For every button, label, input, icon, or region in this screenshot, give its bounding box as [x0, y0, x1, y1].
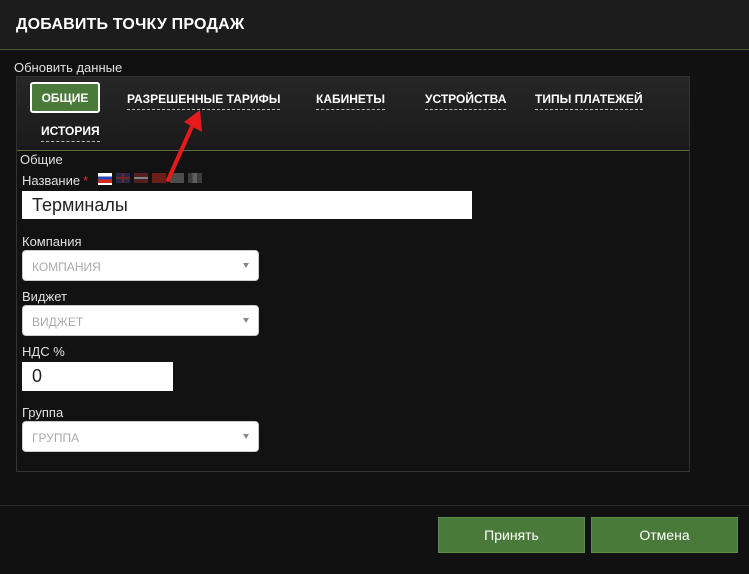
tab-general[interactable]: ОБЩИЕ — [30, 82, 100, 113]
tab-history[interactable]: ИСТОРИЯ — [41, 124, 100, 142]
group-select-value: ГРУППА — [32, 431, 80, 445]
section-title: Общие — [20, 152, 63, 167]
flag-gb-icon[interactable] — [116, 173, 130, 183]
name-input[interactable] — [22, 191, 472, 219]
vat-input[interactable] — [22, 362, 173, 391]
required-mark: * — [83, 173, 89, 188]
name-label: Название * — [22, 173, 88, 188]
name-label-text: Название — [22, 173, 81, 188]
company-select-value: КОМПАНИЯ — [32, 260, 101, 274]
tab-divider — [17, 150, 689, 151]
tab-payment-types[interactable]: ТИПЫ ПЛАТЕЖЕЙ — [535, 92, 643, 110]
group-label: Группа — [22, 405, 64, 420]
form-panel: ОБЩИЕ РАЗРЕШЕННЫЕ ТАРИФЫ КАБИНЕТЫ УСТРОЙ… — [16, 76, 690, 472]
tab-cabinets[interactable]: КАБИНЕТЫ — [316, 92, 385, 110]
chevron-down-icon — [243, 263, 249, 268]
accept-button[interactable]: Принять — [438, 517, 585, 553]
widget-select[interactable]: ВИДЖЕТ — [22, 305, 259, 336]
footer-divider — [0, 505, 749, 506]
flag-lv-icon[interactable] — [134, 173, 148, 183]
widget-label: Виджет — [22, 289, 67, 304]
tab-bar: ОБЩИЕ РАЗРЕШЕННЫЕ ТАРИФЫ КАБИНЕТЫ УСТРОЙ… — [17, 77, 689, 151]
tab-devices[interactable]: УСТРОЙСТВА — [425, 92, 507, 110]
annotation-arrow-icon — [166, 110, 202, 182]
dialog-title: ДОБАВИТЬ ТОЧКУ ПРОДАЖ — [16, 16, 245, 33]
chevron-down-icon — [243, 434, 249, 439]
company-label: Компания — [22, 234, 82, 249]
company-select[interactable]: КОМПАНИЯ — [22, 250, 259, 281]
widget-select-value: ВИДЖЕТ — [32, 315, 84, 329]
dialog-header: ДОБАВИТЬ ТОЧКУ ПРОДАЖ — [0, 0, 749, 50]
flag-ru-icon[interactable] — [98, 173, 112, 185]
vat-label: НДС % — [22, 344, 65, 359]
refresh-data-link[interactable]: Обновить данные — [14, 60, 122, 75]
group-select[interactable]: ГРУППА — [22, 421, 259, 452]
chevron-down-icon — [243, 318, 249, 323]
cancel-button[interactable]: Отмена — [591, 517, 738, 553]
